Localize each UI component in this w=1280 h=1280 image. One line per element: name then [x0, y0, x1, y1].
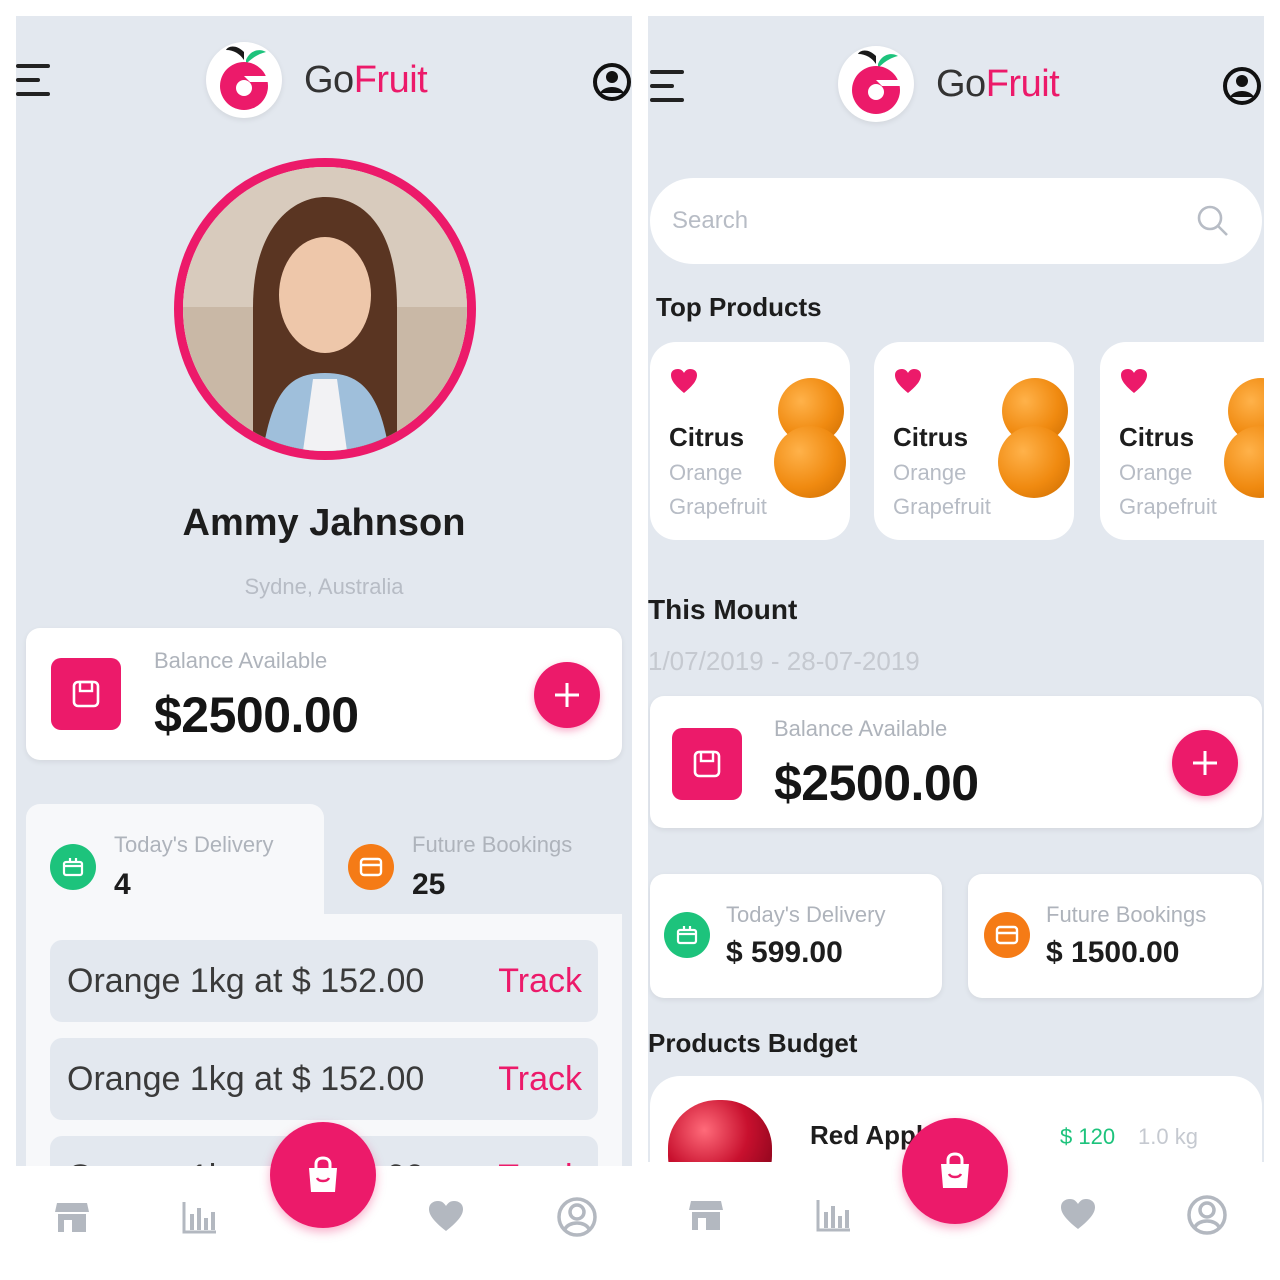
- product-card[interactable]: Citrus Orange Grapefruit: [1100, 342, 1264, 540]
- favorite-heart-icon[interactable]: [1120, 368, 1148, 394]
- product-name: Citrus: [1119, 422, 1195, 452]
- basket-icon: [664, 912, 710, 958]
- profile-avatar[interactable]: [174, 158, 476, 460]
- orange-image: [998, 426, 1070, 498]
- todays-delivery-card[interactable]: Today's Delivery $ 599.00: [650, 874, 942, 998]
- wallet-icon: [672, 728, 742, 800]
- app-name: GoFruit: [936, 62, 1060, 105]
- search-icon[interactable]: [1196, 204, 1230, 243]
- product-card[interactable]: Citrus Orange Grapefruit: [650, 342, 850, 540]
- gofruit-logo-icon: [206, 42, 282, 118]
- product-name: Citrus: [669, 422, 745, 452]
- account-icon[interactable]: [592, 62, 632, 102]
- chart-icon[interactable]: [816, 1198, 856, 1238]
- order-row: Orange 1kg at $ 152.00 Track: [50, 1038, 598, 1120]
- order-description: Orange 1kg at $ 152.00: [67, 1060, 425, 1098]
- add-balance-button[interactable]: [534, 662, 600, 728]
- heart-icon[interactable]: [428, 1200, 468, 1240]
- future-bookings-label: Future Bookings: [1046, 902, 1207, 927]
- favorite-heart-icon[interactable]: [670, 368, 698, 394]
- product-subtitle: Grapefruit: [893, 494, 991, 519]
- balance-amount: $2500.00: [154, 687, 359, 743]
- todays-delivery-amount: $ 599.00: [726, 936, 843, 969]
- chart-icon[interactable]: [182, 1200, 222, 1240]
- product-subtitle: Orange: [1119, 460, 1193, 485]
- profile-icon[interactable]: [556, 1196, 597, 1237]
- menu-icon[interactable]: [16, 64, 52, 98]
- product-subtitle: Orange: [893, 460, 967, 485]
- balance-card: Balance Available $2500.00: [650, 696, 1262, 828]
- balance-label: Balance Available: [154, 648, 328, 673]
- gofruit-logo-icon: [838, 46, 914, 122]
- todays-delivery-count: 4: [114, 868, 131, 901]
- app-logo: GoFruit: [206, 42, 428, 118]
- this-month-title: This Mount: [648, 594, 798, 625]
- search-bar: [650, 178, 1262, 264]
- shopping-bag-icon: [941, 1152, 969, 1188]
- balance-label: Balance Available: [774, 716, 948, 741]
- balance-card: Balance Available $2500.00: [26, 628, 622, 760]
- basket-icon: [50, 844, 96, 890]
- tab-todays-delivery[interactable]: Today's Delivery 4: [26, 804, 324, 924]
- store-icon[interactable]: [54, 1200, 94, 1240]
- person-photo-icon: [183, 167, 467, 451]
- card-icon: [984, 912, 1030, 958]
- future-bookings-amount: $ 1500.00: [1046, 936, 1180, 969]
- app-name: GoFruit: [304, 58, 428, 101]
- product-card[interactable]: Citrus Orange Grapefruit: [874, 342, 1074, 540]
- track-button[interactable]: Track: [498, 962, 582, 1001]
- product-subtitle: Grapefruit: [1119, 494, 1217, 519]
- date-range: 1/07/2019 - 28-07-2019: [648, 646, 920, 676]
- card-icon: [348, 844, 394, 890]
- favorite-heart-icon[interactable]: [894, 368, 922, 394]
- order-row: Orange 1kg at $ 152.00 Track: [50, 940, 598, 1022]
- profile-name: Ammy Jahnson: [182, 502, 466, 544]
- order-description: Orange 1kg at $ 152.00: [67, 962, 425, 1000]
- search-input[interactable]: [672, 202, 1172, 240]
- cart-button[interactable]: [902, 1118, 1008, 1224]
- dashboard-screen: GoFruit Top Products Citrus Orange Grape…: [648, 16, 1264, 1264]
- shopping-bag-icon: [309, 1156, 337, 1192]
- menu-icon[interactable]: [650, 70, 686, 104]
- budget-item-price: $ 120: [1060, 1124, 1116, 1149]
- balance-amount: $2500.00: [774, 755, 979, 811]
- tab-future-bookings[interactable]: Future Bookings 25: [324, 804, 622, 924]
- todays-delivery-label: Today's Delivery: [726, 902, 886, 927]
- future-bookings-card[interactable]: Future Bookings $ 1500.00: [968, 874, 1262, 998]
- profile-screen: GoFruit Ammy Jahnson Sydne, Australia Ba…: [16, 16, 632, 1264]
- add-balance-button[interactable]: [1172, 730, 1238, 796]
- track-button[interactable]: Track: [498, 1060, 582, 1099]
- product-name: Citrus: [893, 422, 969, 452]
- app-logo: GoFruit: [838, 46, 1060, 122]
- cart-button[interactable]: [270, 1122, 376, 1228]
- budget-item-weight: 1.0 kg: [1138, 1124, 1198, 1149]
- products-budget-title: Products Budget: [648, 1028, 858, 1058]
- wallet-icon: [51, 658, 121, 730]
- orange-image: [1224, 426, 1264, 498]
- store-icon[interactable]: [688, 1198, 728, 1238]
- future-bookings-label: Future Bookings: [412, 832, 573, 857]
- todays-delivery-label: Today's Delivery: [114, 832, 274, 857]
- future-bookings-count: 25: [412, 868, 446, 901]
- orange-image: [774, 426, 846, 498]
- account-icon[interactable]: [1222, 66, 1262, 106]
- product-subtitle: Grapefruit: [669, 494, 767, 519]
- product-subtitle: Orange: [669, 460, 743, 485]
- profile-location: Sydne, Australia: [244, 574, 404, 599]
- heart-icon[interactable]: [1060, 1198, 1100, 1238]
- profile-icon[interactable]: [1186, 1194, 1227, 1235]
- top-products-title: Top Products: [656, 292, 822, 322]
